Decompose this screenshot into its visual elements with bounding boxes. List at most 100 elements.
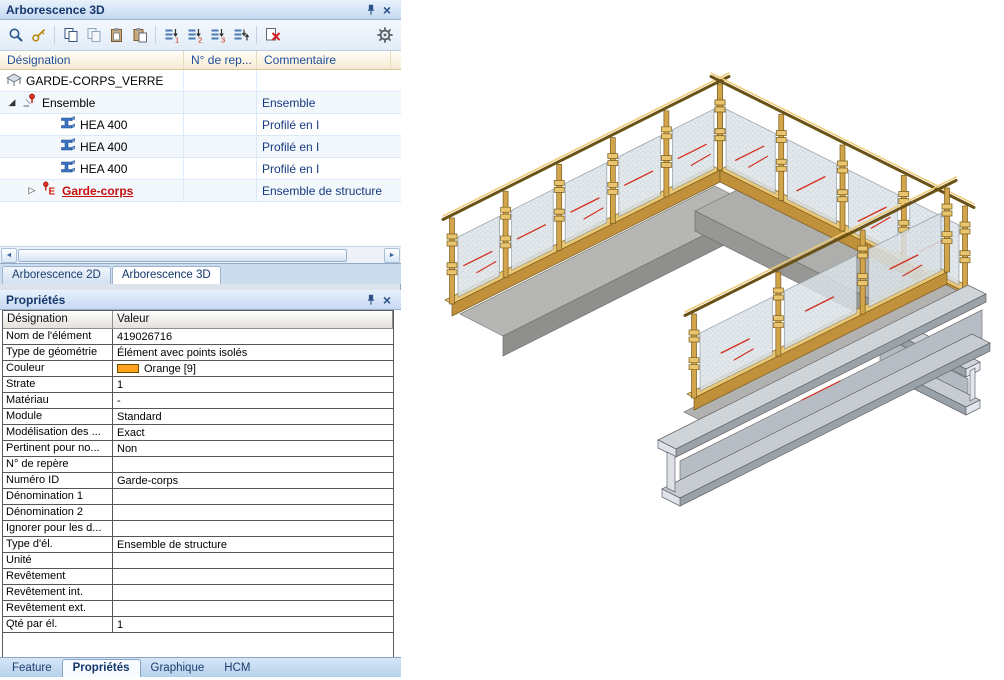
prop-value[interactable]: Standard — [113, 409, 393, 424]
bottom-tab-hcm[interactable]: HCM — [214, 660, 260, 677]
prop-value[interactable] — [113, 553, 393, 568]
prop-row[interactable]: ModuleStandard — [3, 409, 393, 425]
tree-column-header-1[interactable]: N° de rep... — [184, 51, 257, 69]
prop-value[interactable]: Garde-corps — [113, 473, 393, 488]
prop-row[interactable]: CouleurOrange [9] — [3, 361, 393, 377]
tree-row[interactable]: GARDE-CORPS_VERRE — [0, 70, 401, 92]
prop-value[interactable]: Ensemble de structure — [113, 537, 393, 552]
toolbar-expand-3-button[interactable]: 3 — [206, 24, 229, 47]
tab-arborescence-2d[interactable]: Arborescence 2D — [2, 266, 111, 284]
toolbar-paste-button[interactable] — [105, 24, 128, 47]
tree-row[interactable]: ▷EGarde-corpsEnsemble de structure — [0, 180, 401, 202]
expand-3-icon: 3 — [210, 27, 226, 43]
prop-row[interactable]: Revêtement int. — [3, 585, 393, 601]
prop-value[interactable]: 1 — [113, 617, 393, 632]
prop-row[interactable]: Nom de l'élément419026716 — [3, 329, 393, 345]
bottom-tab-graphique[interactable]: Graphique — [141, 660, 215, 677]
prop-value[interactable] — [113, 521, 393, 536]
prop-value[interactable] — [113, 601, 393, 616]
prop-row[interactable]: Matériau- — [3, 393, 393, 409]
toolbar-paste-alt-button[interactable] — [128, 24, 151, 47]
properties-grid-body: Nom de l'élément419026716Type de géométr… — [3, 329, 393, 633]
toolbar-expand-2-button[interactable]: 2 — [183, 24, 206, 47]
tree-cell-designation: GARDE-CORPS_VERRE — [0, 70, 184, 91]
bottom-tab-feature[interactable]: Feature — [2, 660, 62, 677]
tree-row-label[interactable]: Garde-corps — [62, 184, 133, 198]
expand-1-icon: 1 — [164, 27, 180, 43]
prop-value[interactable] — [113, 505, 393, 520]
toolbar-settings-button[interactable] — [373, 24, 396, 47]
toolbar-expand-all-button[interactable] — [229, 24, 252, 47]
prop-row[interactable]: Dénomination 1 — [3, 489, 393, 505]
prop-value[interactable]: - — [113, 393, 393, 408]
tree-cell-commentaire: Profilé en I — [257, 114, 391, 135]
tree-cell-commentaire — [257, 70, 391, 91]
prop-value[interactable] — [113, 489, 393, 504]
prop-row[interactable]: Type de géométrieÉlément avec points iso… — [3, 345, 393, 361]
prop-row[interactable]: N° de repère — [3, 457, 393, 473]
props-panel-title: Propriétés — [6, 293, 65, 307]
tree-row[interactable]: HEA 400Profilé en I — [0, 136, 401, 158]
prop-label: Matériau — [3, 393, 113, 408]
pin-icon[interactable] — [363, 2, 379, 17]
tree-cell-repere — [184, 180, 257, 201]
props-column-header-1[interactable]: Valeur — [113, 311, 393, 329]
prop-row[interactable]: Qté par él.1 — [3, 617, 393, 633]
prop-row[interactable]: Revêtement — [3, 569, 393, 585]
tree-column-header-0[interactable]: Désignation — [0, 51, 184, 69]
close-icon[interactable]: × — [379, 292, 395, 307]
prop-value[interactable]: Élément avec points isolés — [113, 345, 393, 360]
scroll-thumb[interactable] — [18, 249, 347, 262]
prop-row[interactable]: Unité — [3, 553, 393, 569]
prop-value[interactable] — [113, 569, 393, 584]
tree-cell-designation: HEA 400 — [0, 158, 184, 179]
toolbar-copy-button[interactable] — [59, 24, 82, 47]
prop-value[interactable]: Exact — [113, 425, 393, 440]
toolbar-clear-filter-button[interactable] — [261, 24, 284, 47]
pin-icon[interactable] — [363, 292, 379, 307]
prop-label: Type de géométrie — [3, 345, 113, 360]
tree-row[interactable]: HEA 400Profilé en I — [0, 114, 401, 136]
prop-value[interactable] — [113, 457, 393, 472]
toolbar-copy-alt-button[interactable] — [82, 24, 105, 47]
prop-row[interactable]: Ignorer pour les d... — [3, 521, 393, 537]
prop-value[interactable]: Orange [9] — [113, 361, 393, 376]
bottom-tab-propriétés[interactable]: Propriétés — [62, 659, 141, 677]
horizontal-scrollbar[interactable]: ◄ ► — [0, 246, 401, 263]
toolbar-zoom-button[interactable] — [4, 24, 27, 47]
prop-row[interactable]: Modélisation des ...Exact — [3, 425, 393, 441]
scroll-track[interactable] — [18, 248, 383, 263]
expand-2-icon: 2 — [187, 27, 203, 43]
prop-label: Pertinent pour no... — [3, 441, 113, 456]
toolbar-key-button[interactable] — [27, 24, 50, 47]
prop-row[interactable]: Revêtement ext. — [3, 601, 393, 617]
prop-value[interactable]: Non — [113, 441, 393, 456]
tree-row[interactable]: ◢EnsembleEnsemble — [0, 92, 401, 114]
toolbar-expand-1-button[interactable]: 1 — [160, 24, 183, 47]
props-titlebar[interactable]: Propriétés × — [0, 290, 401, 310]
scroll-right-button[interactable]: ► — [384, 248, 400, 263]
tree-row[interactable]: HEA 400Profilé en I — [0, 158, 401, 180]
3d-viewport[interactable] — [402, 0, 1004, 677]
prop-row[interactable]: Type d'él.Ensemble de structure — [3, 537, 393, 553]
prop-row[interactable]: Strate1 — [3, 377, 393, 393]
paste-icon — [109, 27, 125, 43]
expander-expanded-icon[interactable]: ◢ — [4, 97, 20, 108]
prop-row[interactable]: Numéro IDGarde-corps — [3, 473, 393, 489]
prop-label: Strate — [3, 377, 113, 392]
prop-value[interactable]: 1 — [113, 377, 393, 392]
prop-value[interactable]: 419026716 — [113, 329, 393, 344]
prop-value[interactable] — [113, 585, 393, 600]
close-icon[interactable]: × — [379, 2, 395, 17]
props-column-header-0[interactable]: Désignation — [3, 311, 113, 329]
prop-label: Module — [3, 409, 113, 424]
tree-row-label: GARDE-CORPS_VERRE — [26, 74, 163, 88]
tree-column-header-2[interactable]: Commentaire — [257, 51, 391, 69]
tab-arborescence-3d[interactable]: Arborescence 3D — [112, 266, 221, 284]
prop-row[interactable]: Pertinent pour no...Non — [3, 441, 393, 457]
prop-row[interactable]: Dénomination 2 — [3, 505, 393, 521]
prop-value-text: - — [117, 395, 121, 407]
expander-collapsed-icon[interactable]: ▷ — [24, 185, 40, 196]
scroll-left-button[interactable]: ◄ — [1, 248, 17, 263]
tree-titlebar[interactable]: Arborescence 3D × — [0, 0, 401, 20]
